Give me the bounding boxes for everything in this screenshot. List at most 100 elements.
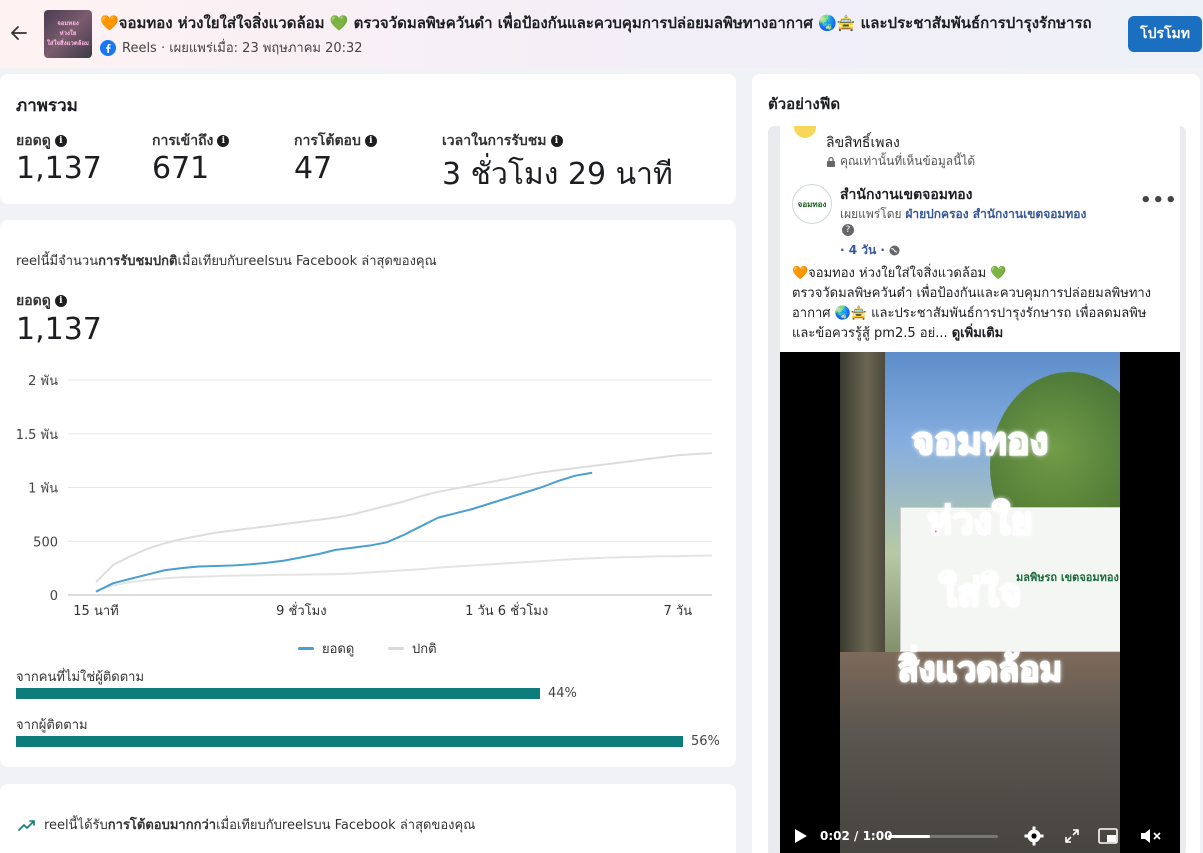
series-line-normal[interactable] [95, 452, 713, 583]
legend-label: ยอดดู [322, 642, 355, 657]
chart-views-label: ยอดดู i [16, 290, 67, 312]
non-follower-percent: 44% [548, 686, 577, 701]
follower-bar [16, 736, 683, 747]
legend-label: ปกติ [412, 642, 437, 657]
lock-icon [827, 156, 835, 167]
reel-video-player[interactable]: มลพิษรถ เขตจอมทอง จอมทอง ห่วงใย ใส่ใจ สิ… [780, 352, 1180, 853]
music-rights-label: ลิขสิทธิ์เพลง [826, 135, 900, 151]
metric-label-watch-time: เวลาในการรับชม i [442, 130, 563, 152]
video-overlay-text: สิ่งแวดล้อม [897, 649, 1063, 691]
globe-icon [889, 245, 900, 256]
follower-label: จากผู้ติดตาม [16, 718, 88, 733]
overview-card: ภาพรวม ยอดดู i 1,137 การเข้าถึง i 671 กา… [0, 74, 736, 204]
post-time-text[interactable]: · 4 วัน · [840, 241, 885, 260]
thumbnail-text: ห่วงใย [59, 30, 77, 37]
series-line-normal[interactable] [95, 554, 713, 592]
video-time: 0:02 / 1:00 [820, 829, 893, 843]
performance-note: reelนี้มีจำนวนการรับชมปกติเมื่อเทียบกับr… [16, 250, 437, 271]
video-frame: มลพิษรถ เขตจอมทอง จอมทอง ห่วงใย ใส่ใจ สิ… [840, 352, 1120, 853]
video-overlay-text: จอมทอง [911, 418, 1050, 464]
legend-item-views[interactable]: ยอดดู [298, 638, 354, 659]
mute-icon[interactable] [1140, 828, 1162, 847]
caption-line: 🧡จอมทอง ห่วงใยใส่ใจสิ่งแวดล้อม 💚 [792, 266, 1007, 281]
promote-button[interactable]: โปรโมท [1128, 16, 1202, 52]
post-meta: Reels · เผยแพร่เมื่อ: 23 พฤษภาคม 20:32 [100, 37, 363, 58]
info-icon[interactable]: i [364, 135, 377, 147]
x-tick-label: 7 วัน [663, 604, 692, 615]
info-icon[interactable]: i [550, 135, 563, 147]
post-thumbnail[interactable]: จอมทอง ห่วงใย ใส่ใจสิ่งแวดล้อม [44, 10, 92, 58]
non-follower-bar [16, 688, 540, 699]
x-tick-label: 1 วัน 6 ชั่วโมง [465, 602, 548, 615]
metric-value-engagement: 47 [294, 151, 333, 186]
info-icon[interactable]: i [54, 135, 67, 147]
thumbnail-text: จอมทอง [57, 20, 79, 27]
video-progress-bar[interactable] [888, 835, 998, 838]
thumbnail-text: ใส่ใจสิ่งแวดล้อม [47, 40, 89, 47]
overview-title: ภาพรวม [16, 96, 78, 116]
help-icon[interactable]: ? [842, 224, 854, 236]
legend-item-normal[interactable]: ปกติ [388, 638, 437, 659]
video-progress-fill [888, 835, 930, 838]
y-tick-label: 1.5 พัน [16, 428, 58, 443]
video-overlay-text: ห่วงใย [926, 498, 1034, 544]
y-tick-label: 500 [33, 535, 58, 550]
legend-swatch [388, 647, 404, 650]
facebook-icon [100, 39, 116, 56]
page-avatar[interactable]: จอมทอง [792, 184, 832, 224]
engagement-note: reelนี้ได้รับการโต้ตอบมากกว่าเมื่อเทียบก… [18, 814, 475, 835]
metric-label-text: ยอดดู [16, 293, 51, 309]
legend-swatch [298, 647, 314, 650]
metric-label-text: การเข้าถึง [152, 133, 214, 149]
feed-preview-title: ตัวอย่างฟีด [768, 95, 841, 113]
more-options-icon[interactable]: ••• [1140, 190, 1178, 211]
metric-value-watch-time: 3 ชั่วโมง 29 นาที [442, 157, 673, 192]
metric-label-reach: การเข้าถึง i [152, 130, 230, 152]
publisher-line: เผยแพร่โดย ฝ่ายปกครอง สำนักงานเขตจอมทอง [840, 205, 1086, 224]
post-meta-text: Reels · เผยแพร่เมื่อ: 23 พฤษภาคม 20:32 [122, 41, 363, 56]
performance-card: reelนี้มีจำนวนการรับชมปกติเมื่อเทียบกับr… [0, 220, 736, 767]
page-name[interactable]: สำนักงานเขตจอมทอง [840, 184, 972, 206]
note-text: เมื่อเทียบกับreelsบน Facebook ล่าสุดของค… [177, 254, 437, 269]
metric-label-text: ยอดดู [16, 133, 51, 149]
views-line-chart: 2 พัน 1.5 พัน 1 พัน 500 0 15 นาที 9 ชั่วโมง 1 ว… [16, 374, 713, 615]
metric-value-views: 1,137 [16, 151, 102, 186]
post-caption: 🧡จอมทอง ห่วงใยใส่ใจสิ่งแวดล้อม 💚 ตรวจวัด… [792, 264, 1172, 344]
metric-label-views: ยอดดู i [16, 130, 67, 152]
chart-views-value: 1,137 [16, 312, 102, 347]
music-rights-note: คุณเท่านั้นที่เห็นข้อมูลนี้ได้ [826, 152, 975, 171]
metric-label-text: เวลาในการรับชม [442, 133, 547, 149]
post-title: 🧡จอมทอง ห่วงใยใส่ใจสิ่งแวดล้อม 💚 ตรวจวัด… [100, 14, 1092, 32]
y-tick-label: 0 [50, 589, 58, 604]
y-tick-label: 1 พัน [28, 482, 58, 497]
follower-percent: 56% [691, 734, 720, 749]
feed-preview-card: ตัวอย่างฟีด ลิขสิทธิ์เพลง คุณเท่านั้นที่… [752, 74, 1200, 853]
feed-preview-frame: ลิขสิทธิ์เพลง คุณเท่านั้นที่เห็นข้อมูลนี… [768, 126, 1186, 853]
metric-value-reach: 671 [152, 151, 210, 186]
video-overlay-text: ใส่ใจ [938, 570, 1023, 616]
picture-in-picture-icon[interactable] [1098, 828, 1118, 847]
note-text: reelนี้มีจำนวน [16, 254, 99, 269]
post-header: จอมทอง ห่วงใย ใส่ใจสิ่งแวดล้อม 🧡จอมทอง ห… [0, 0, 1203, 68]
trending-up-icon [18, 819, 35, 831]
note-emphasis: การโต้ตอบมากกว่า [107, 818, 217, 833]
non-follower-label: จากคนที่ไม่ใช่ผู้ติดตาม [16, 670, 145, 685]
publisher-prefix: เผยแพร่โดย [840, 207, 902, 221]
video-controls: 0:02 / 1:00 [780, 816, 1180, 853]
back-arrow-icon[interactable] [8, 22, 30, 44]
play-icon[interactable] [794, 828, 808, 847]
publisher-name[interactable]: ฝ่ายปกครอง สำนักงานเขตจอมทอง [905, 207, 1086, 221]
info-icon[interactable]: i [54, 295, 67, 307]
fullscreen-icon[interactable] [1064, 828, 1080, 847]
note-text: เมื่อเทียบกับreelsบน Facebook ล่าสุดของค… [216, 818, 476, 833]
facebook-post: ลิขสิทธิ์เพลง คุณเท่านั้นที่เห็นข้อมูลนี… [780, 126, 1180, 853]
engagement-card: reelนี้ได้รับการโต้ตอบมากกว่าเมื่อเทียบก… [0, 784, 736, 853]
settings-gear-icon[interactable] [1024, 826, 1044, 849]
y-tick-label: 2 พัน [28, 374, 58, 389]
see-more-link[interactable]: ดูเพิ่มเติม [952, 326, 1003, 341]
x-tick-label: 15 นาที [73, 603, 118, 615]
post-time: · 4 วัน · [840, 241, 900, 260]
note-emphasis: การรับชมปกติ [98, 254, 178, 269]
info-icon[interactable]: i [217, 135, 230, 147]
music-sub-text: คุณเท่านั้นที่เห็นข้อมูลนี้ได้ [840, 154, 976, 168]
